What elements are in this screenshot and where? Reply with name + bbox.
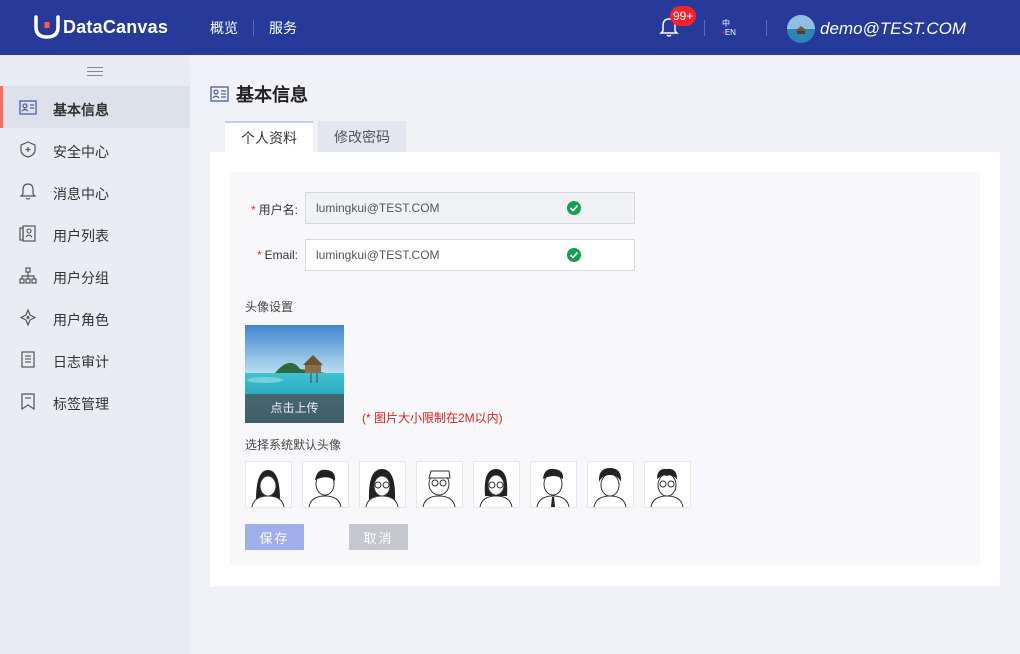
sidebar-item-label: 基本信息 (53, 102, 109, 118)
cancel-button[interactable]: 取消 (349, 524, 408, 550)
top-nav: 概览 服务 (195, 0, 312, 55)
default-avatar-2[interactable] (302, 461, 349, 508)
bookmark-icon (21, 393, 35, 410)
sidebar-item-audit-log[interactable]: 日志审计 (0, 338, 190, 380)
profile-card-icon (19, 100, 37, 115)
tab-bar: 个人资料 修改密码 (225, 121, 406, 152)
nav-overview[interactable]: 概览 (195, 18, 253, 38)
top-header: DataCanvas 概览 服务 99+ 中 •EN demo@TEST.COM (0, 0, 1020, 55)
document-icon (21, 351, 35, 368)
username-label: * 用户名: (238, 201, 298, 218)
sidebar-item-label: 用户分组 (53, 270, 109, 286)
user-name: demo@TEST.COM (820, 19, 967, 38)
default-avatar-6[interactable] (530, 461, 577, 508)
email-value: lumingkui@TEST.COM (316, 248, 440, 262)
tab-change-password[interactable]: 修改密码 (318, 121, 406, 152)
header-divider (704, 20, 705, 36)
sidebar-item-user-groups[interactable]: 用户分组 (0, 254, 190, 296)
page-title: 基本信息 (236, 85, 308, 105)
header-divider (766, 20, 767, 36)
user-menu[interactable]: demo@TEST.COM (787, 15, 966, 43)
default-avatar-1[interactable] (245, 461, 292, 508)
shield-icon (20, 141, 36, 158)
sidebar-item-messages[interactable]: 消息中心 (0, 170, 190, 212)
sidebar-item-user-list[interactable]: 用户列表 (0, 212, 190, 254)
sidebar: 基本信息 安全中心 消息中心 用户列表 用户分组 用户角色 日志审计 标签管理 (0, 55, 190, 654)
avatar-upload[interactable]: 点击上传 (245, 325, 344, 423)
sidebar-item-label: 消息中心 (53, 186, 109, 202)
default-avatar-7[interactable] (587, 461, 634, 508)
female-avatar-icon (251, 470, 285, 507)
default-avatar-3[interactable] (359, 461, 406, 508)
required-asterisk: * (256, 248, 262, 262)
sidebar-item-basic-info[interactable]: 基本信息 (0, 86, 190, 128)
sidebar-item-label: 用户角色 (53, 312, 109, 328)
nav-services[interactable]: 服务 (254, 18, 312, 38)
email-field[interactable]: lumingkui@TEST.COM (305, 239, 635, 271)
male-avatar-icon (308, 469, 342, 507)
lang-en: EN (724, 28, 736, 37)
avatar-photo-icon (787, 15, 815, 43)
user-list-icon (19, 225, 36, 242)
male-glasses-avatar-icon (650, 468, 684, 507)
org-tree-icon (19, 267, 37, 284)
profile-card-icon (210, 86, 229, 102)
male-curly-avatar-icon (593, 468, 627, 507)
valid-check-icon (567, 248, 581, 262)
page-header: 基本信息 (210, 81, 308, 107)
male-glasses-avatar-icon (422, 470, 456, 507)
username-value: lumingkui@TEST.COM (316, 201, 440, 215)
default-avatar-4[interactable] (416, 461, 463, 508)
sidebar-item-label: 用户列表 (53, 228, 109, 244)
sidebar-item-user-roles[interactable]: 用户角色 (0, 296, 190, 338)
valid-check-icon (567, 201, 581, 215)
sidebar-menu: 基本信息 安全中心 消息中心 用户列表 用户分组 用户角色 日志审计 标签管理 (0, 86, 190, 422)
required-asterisk: * (250, 203, 256, 217)
notification-badge: 99+ (670, 6, 697, 26)
logo[interactable]: DataCanvas (34, 14, 168, 40)
avatar-settings-label: 头像设置 (245, 300, 294, 314)
female-glasses-avatar-icon (479, 469, 513, 507)
size-limit-hint: (* 图片大小限制在2M以内) (362, 411, 503, 425)
tab-profile[interactable]: 个人资料 (225, 121, 313, 152)
female-glasses-avatar-icon (365, 469, 399, 507)
male-tie-avatar-icon (536, 468, 570, 507)
default-avatar-label: 选择系统默认头像 (245, 438, 342, 452)
default-avatar-list (245, 461, 701, 508)
username-label-text: 用户名: (258, 203, 298, 217)
role-icon (19, 309, 37, 326)
email-label-text: Email: (264, 248, 298, 262)
logo-text: DataCanvas (63, 16, 169, 37)
username-field[interactable]: lumingkui@TEST.COM (305, 192, 635, 224)
lang-zh: 中 (722, 19, 730, 28)
user-avatar (787, 15, 815, 43)
save-button[interactable]: 保存 (245, 524, 304, 550)
sidebar-item-label: 安全中心 (53, 144, 109, 160)
sidebar-item-label: 日志审计 (53, 354, 109, 370)
logo-mark-icon (34, 15, 60, 39)
collapse-menu-icon[interactable] (87, 67, 103, 77)
upload-label: 点击上传 (245, 394, 344, 423)
bell-icon (19, 183, 37, 200)
default-avatar-5[interactable] (473, 461, 520, 508)
email-label: * Email: (238, 248, 298, 262)
default-avatar-8[interactable] (644, 461, 691, 508)
sidebar-item-security[interactable]: 安全中心 (0, 128, 190, 170)
language-switch[interactable]: 中 •EN (722, 19, 742, 37)
sidebar-item-label: 标签管理 (53, 396, 109, 412)
sidebar-item-tags[interactable]: 标签管理 (0, 380, 190, 422)
